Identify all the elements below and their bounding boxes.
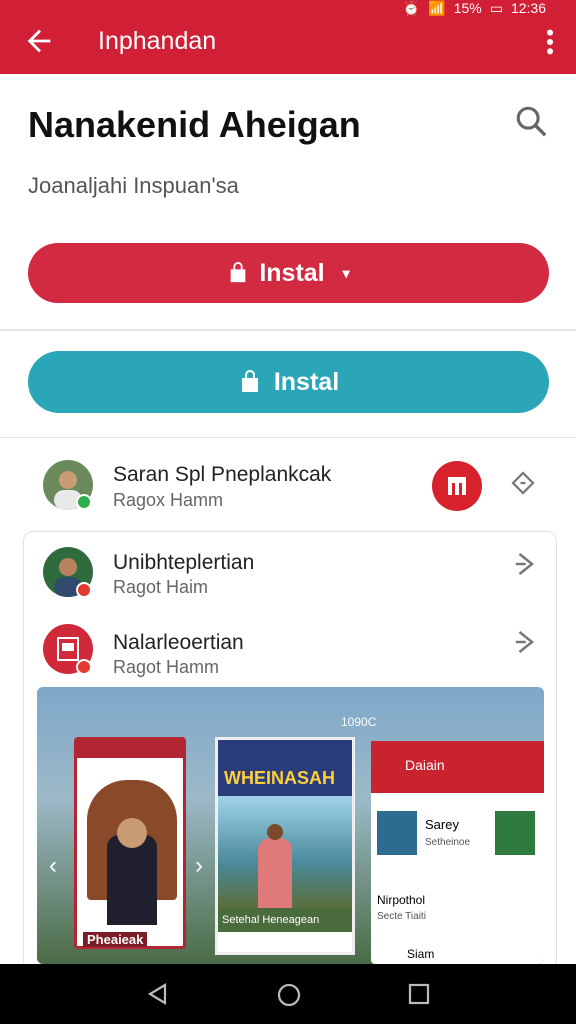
dropdown-icon: ▾ <box>342 264 350 281</box>
list-item-title: Nalarleoertian <box>113 631 244 654</box>
install-secondary-label: Instal <box>273 367 340 396</box>
back-nav-icon[interactable] <box>145 982 171 1006</box>
verified-badge-icon <box>76 494 92 510</box>
gallery-center-title: WHEINASAH <box>218 740 352 796</box>
gallery-right-card[interactable]: 1090C Daiain Sarey Setheinoe Nirpothol S… <box>341 715 544 964</box>
list-item-title: Unibhteplertian <box>113 551 255 574</box>
gallery-left-title: Pheaieak <box>83 932 148 947</box>
gallery-right-header: Daiain <box>371 741 544 793</box>
search-icon[interactable] <box>514 104 548 138</box>
recents-nav-icon[interactable] <box>407 982 431 1006</box>
battery-icon: ▭ <box>489 0 503 16</box>
home-nav-icon[interactable] <box>276 982 302 1008</box>
gallery-left-card[interactable]: Pheaieak <box>74 737 186 949</box>
chevron-right-icon[interactable] <box>512 549 542 579</box>
clock: 12:36 <box>510 0 546 16</box>
gallery-right-item2-sub: Secte Tiaiti <box>377 911 426 922</box>
alarm-icon: ⏰ <box>402 0 421 16</box>
gallery-right-timer: 1090C <box>341 715 377 729</box>
app-bar: Inphandan ⏰ 📶 15% ▭ 12:36 <box>0 0 576 74</box>
divider <box>0 330 576 331</box>
back-arrow-icon[interactable] <box>22 24 56 58</box>
notification-badge-icon <box>76 659 92 675</box>
app-name: Nanakenid Aheigan <box>28 104 361 145</box>
gallery-right-item1-title: Sarey <box>425 817 459 832</box>
notification-badge-icon <box>76 582 92 598</box>
install-primary-label: Instal <box>259 258 325 287</box>
bag-icon <box>241 370 258 392</box>
list-item-subtitle: Ragox Hamm <box>113 490 224 510</box>
gallery-right-item1-sub: Setheinoe <box>425 837 471 848</box>
app-badge-icon[interactable] <box>432 461 482 511</box>
status-bar: ⏰ 📶 15% ▭ 12:36 <box>403 0 546 16</box>
chevron-right-icon[interactable] <box>512 627 542 657</box>
overflow-menu-icon[interactable] <box>542 28 558 56</box>
gallery-right-item3-title: Siam <box>407 947 435 961</box>
list-item-subtitle: Ragot Hamm <box>113 657 220 677</box>
divider <box>0 437 576 438</box>
list-item-title: Saran Spl Pneplankcak <box>113 463 332 486</box>
screenshot-gallery[interactable]: Pheaieak WHEINASAH Setehal Heneagean 109… <box>37 687 544 964</box>
chevron-right-icon[interactable] <box>508 468 538 498</box>
list-item-subtitle: Ragot Haim <box>113 577 209 597</box>
gallery-center-caption: Setehal Heneagean <box>218 908 352 932</box>
bag-icon <box>230 262 246 283</box>
gallery-right-item2-title: Nirpothol <box>377 893 426 907</box>
system-nav-bar <box>0 964 576 1024</box>
battery-percent: 15% <box>453 0 482 16</box>
wifi-icon: 📶 <box>428 0 446 16</box>
install-button-primary[interactable]: Instal ▾ <box>28 243 549 303</box>
app-subtitle: Joanaljahi Inspuan'sa <box>28 173 239 198</box>
install-button-secondary[interactable]: Instal <box>28 351 549 413</box>
gallery-center-card[interactable]: WHEINASAH Setehal Heneagean <box>215 737 355 955</box>
gallery-prev-icon[interactable]: ‹ <box>49 852 57 880</box>
gallery-next-icon[interactable]: › <box>195 852 203 880</box>
header-title: Inphandan <box>98 27 217 55</box>
